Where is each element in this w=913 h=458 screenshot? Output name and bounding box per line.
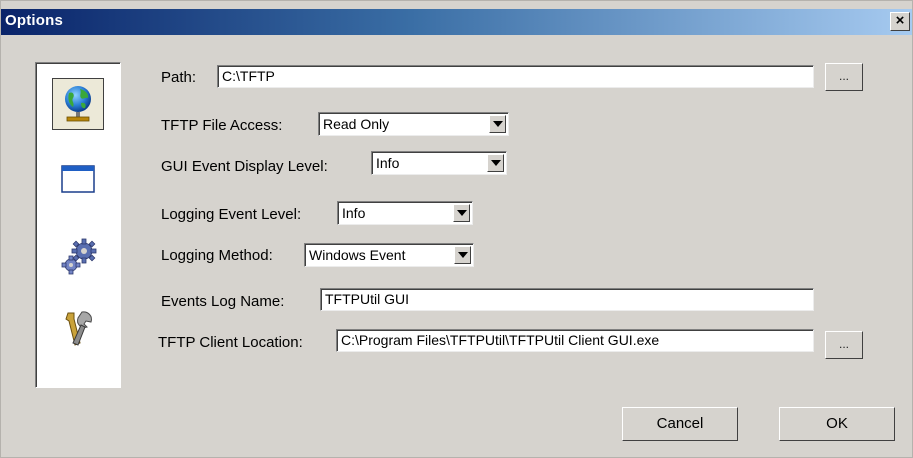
sidebar-item-display[interactable] — [52, 153, 104, 205]
ok-button[interactable]: OK — [779, 407, 895, 441]
sidebar-item-logging[interactable] — [52, 231, 104, 283]
log-level-select[interactable]: Info — [337, 201, 473, 225]
options-category-sidebar — [35, 62, 121, 388]
tools-icon — [65, 311, 92, 346]
cancel-button[interactable]: Cancel — [622, 407, 738, 441]
log-method-label: Logging Method: — [161, 247, 273, 264]
log-level-value: Info — [342, 205, 366, 221]
path-browse-button[interactable]: ... — [825, 63, 863, 91]
log-method-value: Windows Event — [309, 247, 406, 263]
file-access-value: Read Only — [323, 116, 390, 132]
path-field[interactable]: C:\TFTP — [217, 65, 814, 88]
chevron-down-icon[interactable] — [487, 154, 504, 172]
client-location-field[interactable]: C:\Program Files\TFTPUtil\TFTPUtil Clien… — [336, 329, 814, 352]
chevron-down-icon[interactable] — [454, 246, 471, 264]
events-log-field[interactable]: TFTPUtil GUI — [320, 288, 814, 311]
gui-level-label: GUI Event Display Level: — [161, 158, 328, 175]
events-log-label: Events Log Name: — [161, 293, 285, 310]
client-location-label: TFTP Client Location: — [158, 334, 303, 351]
gui-level-value: Info — [376, 155, 400, 171]
file-access-select[interactable]: Read Only — [318, 112, 509, 136]
globe-network-icon — [65, 86, 91, 122]
path-label: Path: — [161, 69, 197, 86]
dialog-title: Options — [5, 12, 64, 29]
close-button[interactable]: × — [890, 12, 910, 31]
client-location-browse-button[interactable]: ... — [825, 331, 863, 359]
gears-icon — [61, 238, 97, 275]
log-method-select[interactable]: Windows Event — [304, 243, 474, 267]
gui-level-select[interactable]: Info — [371, 151, 507, 175]
chevron-down-icon[interactable] — [453, 204, 470, 222]
window-icon — [61, 165, 95, 193]
options-dialog: Options × Path: C:\TFTP ... TFTP File Ac… — [0, 0, 913, 458]
title-bar[interactable]: Options × — [1, 9, 912, 35]
sidebar-item-tools[interactable] — [52, 303, 104, 355]
sidebar-item-general[interactable] — [52, 78, 104, 130]
file-access-label: TFTP File Access: — [161, 117, 283, 134]
chevron-down-icon[interactable] — [489, 115, 506, 133]
log-level-label: Logging Event Level: — [161, 206, 302, 223]
